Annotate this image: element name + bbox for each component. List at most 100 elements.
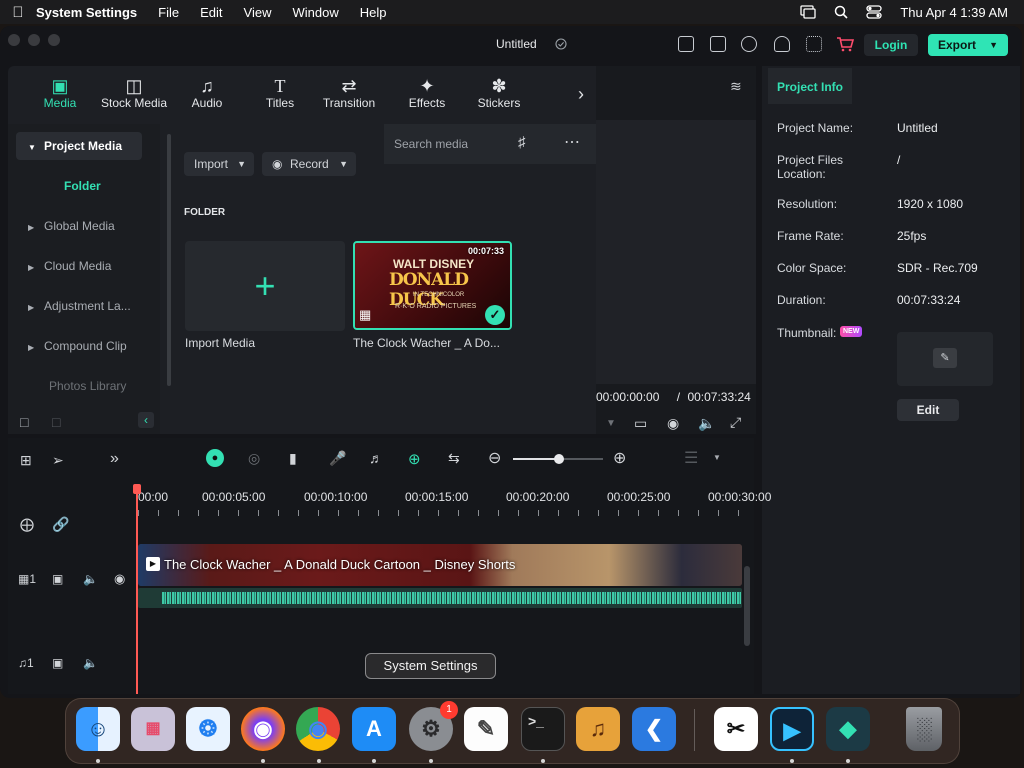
clip-audio-waveform[interactable] [138,588,742,608]
thumbnail-preview[interactable]: ✎ [897,332,993,386]
search-media-input[interactable]: Search media [394,137,468,151]
cloud-upload-icon[interactable] [741,36,757,52]
garageband-icon[interactable]: ♫ [576,707,620,751]
import-media-tile[interactable]: + [185,241,345,331]
filter-icon[interactable]: ♯ [518,134,526,151]
zoom-in-icon[interactable]: ⊕ [613,448,626,468]
mute-track-icon[interactable]: 🔈 [83,656,98,670]
apps-grid-icon[interactable] [806,36,822,52]
export-button[interactable]: Export ▼ [928,34,1008,56]
screen-mirroring-icon[interactable] [800,5,816,19]
tab-project-info[interactable]: Project Info [768,68,852,104]
video-clip[interactable]: ▶ The Clock Wacher _ A Donald Duck Carto… [138,544,742,586]
eye-visibility-icon[interactable]: ◉ [114,571,125,587]
microphone-icon[interactable]: 🎤 [329,450,346,467]
more-tools-icon[interactable]: » [110,450,119,468]
launchpad-icon[interactable]: ▦ [131,707,175,751]
chevron-down-icon[interactable]: ▼ [606,418,616,429]
zoom-slider-handle[interactable] [554,454,564,464]
edit-thumbnail-button[interactable]: Edit [897,399,959,421]
tab-transition[interactable]: ⇄ Transition [320,76,378,116]
spotlight-search-icon[interactable] [834,5,848,19]
sidebar-item-adjustment-layer[interactable]: ▶ Adjustment La... [16,292,142,320]
screen-recorder-icon[interactable]: ▶ [770,707,814,751]
auto-sync-icon[interactable]: ◎ [248,450,260,467]
tab-titles[interactable]: T Titles [258,76,302,116]
filmora-icon[interactable]: ◆ [826,707,870,751]
zoom-window-button[interactable] [48,34,60,46]
safari-icon[interactable]: ❂ [186,707,230,751]
snapshot-camera-icon[interactable]: ◉ [667,415,679,432]
sidebar-item-project-media[interactable]: ▼ Project Media [16,132,142,160]
marker-shield-icon[interactable]: ▮ [289,450,297,467]
save-icon[interactable] [710,36,726,52]
trash-icon[interactable]: ░ [906,707,942,751]
lock-icon[interactable]: ▣ [52,656,63,670]
textedit-icon[interactable]: ✎ [464,707,508,751]
finder-icon[interactable]: ☺ [76,707,120,751]
audio-mix-icon[interactable]: ♬ [369,450,383,466]
tab-stock-media[interactable]: ◫ Stock Media [96,76,172,116]
zoom-slider-track[interactable] [513,454,603,464]
sidebar-item-global-media[interactable]: ▶ Global Media [16,212,142,240]
zoom-out-icon[interactable]: ⊖ [488,448,501,468]
layout-grid-icon[interactable]: ⊞ [20,452,32,469]
new-folder-icon[interactable]: □ [20,414,28,430]
terminal-icon[interactable]: >_ [521,707,565,751]
play-clip-icon: ▶ [146,557,160,571]
control-center-icon[interactable] [866,5,882,19]
sidebar-item-compound-clip[interactable]: ▶ Compound Clip [16,332,142,360]
apple-menu-icon[interactable]:  [0,4,36,21]
tab-media[interactable]: ▣ Media [38,76,82,116]
more-options-icon[interactable]: ⋯ [564,132,581,152]
volume-icon[interactable]: 🔈 [698,415,715,432]
menu-edit[interactable]: Edit [200,5,222,20]
sidebar-scrollbar[interactable] [167,134,171,386]
tab-effects[interactable]: ✦ Effects [402,76,452,116]
media-clip-thumbnail[interactable]: WALT DISNEY DONALD DUCK IN TECHNICOLOR R… [353,241,512,330]
fit-timeline-icon[interactable]: ⇆ [448,450,460,467]
menu-help[interactable]: Help [360,5,387,20]
clip-title: The Clock Wacher _ A Donald Duck Cartoon… [164,557,516,572]
menubar-status: Thu Apr 4 1:39 AM [800,0,1008,24]
menu-app-name[interactable]: System Settings [36,5,137,20]
display-monitor-icon[interactable]: ▭ [634,415,647,432]
chrome-icon[interactable]: ◉ [296,707,340,751]
select-pointer-icon[interactable]: ➢ [52,452,64,469]
chevron-right-icon[interactable]: › [578,84,584,105]
layout-icon[interactable] [678,36,694,52]
close-window-button[interactable] [8,34,20,46]
menu-view[interactable]: View [244,5,272,20]
tab-stickers[interactable]: ✽ Stickers [474,76,524,116]
mute-track-icon[interactable]: 🔈 [83,572,98,586]
sidebar-item-folder[interactable]: Folder [16,172,142,200]
fullscreen-icon[interactable]: ⤢ [730,414,741,431]
login-button[interactable]: Login [864,34,918,56]
vscode-icon[interactable]: ❮ [632,707,676,751]
snap-magnet-icon[interactable]: ⊕ [408,450,421,468]
timeline-vertical-scrollbar[interactable] [744,566,750,646]
lock-icon[interactable]: ▣ [52,572,63,586]
import-button[interactable]: Import ▼ [184,152,254,176]
collapse-sidebar-icon[interactable]: ‹ [138,412,154,428]
chevron-down-icon[interactable]: ▼ [713,453,721,462]
ai-assistant-icon[interactable]: ● [206,449,224,467]
player-screen[interactable] [596,120,756,384]
track-layout-icon[interactable]: ☰ [684,448,698,468]
tab-audio[interactable]: ♫ Audio [184,76,230,116]
quality-chart-icon[interactable]: ≋ [730,78,742,95]
time-ruler[interactable]: 00:00 00:00:05:00 00:00:10:00 00:00:15:0… [138,486,771,520]
menubar-clock[interactable]: Thu Apr 4 1:39 AM [900,5,1008,20]
headset-support-icon[interactable] [774,36,790,52]
cart-icon[interactable] [836,36,854,52]
app-store-icon[interactable]: A [352,707,396,751]
minimize-window-button[interactable] [28,34,40,46]
record-button[interactable]: ◉ Record ▼ [262,152,356,176]
firefox-icon[interactable]: ◉ [241,707,285,751]
sidebar-item-cloud-media[interactable]: ▶ Cloud Media [16,252,142,280]
playhead[interactable] [136,484,138,694]
menu-window[interactable]: Window [292,5,338,20]
capcut-icon[interactable]: ✂ [714,707,758,751]
sidebar-item-photos-library[interactable]: Photos Library [16,372,142,400]
menu-file[interactable]: File [158,5,179,20]
